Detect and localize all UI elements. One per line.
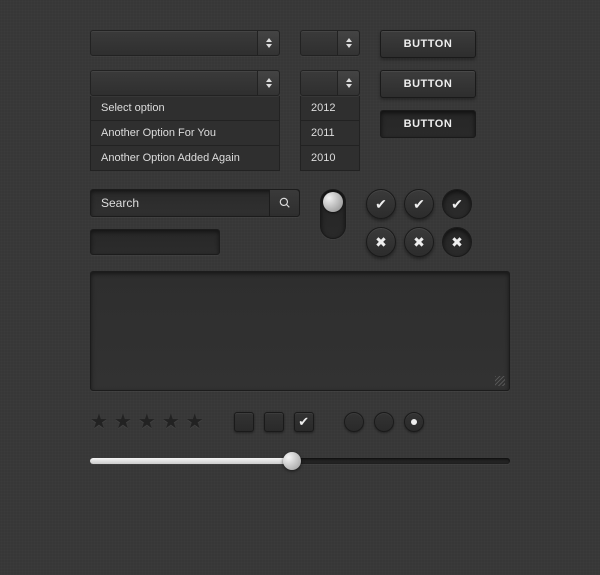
search-button[interactable] (269, 190, 299, 216)
star-rating[interactable]: ★ ★ ★ ★ ★ (90, 409, 204, 434)
select-year[interactable] (300, 30, 360, 56)
list-item[interactable]: 2012 (301, 96, 359, 121)
close-icon: ✖ (375, 234, 387, 251)
checkbox-1[interactable] (234, 412, 254, 432)
list-item[interactable]: 2011 (301, 121, 359, 146)
select-year-open[interactable] (300, 70, 360, 96)
chevron-updown-icon (337, 31, 359, 55)
slider-fill (90, 458, 292, 464)
check-button-pressed[interactable]: ✔ (442, 189, 472, 219)
star-icon[interactable]: ★ (90, 409, 108, 434)
close-icon: ✖ (451, 234, 463, 251)
star-icon[interactable]: ★ (138, 409, 156, 434)
search-placeholder: Search (91, 196, 269, 210)
close-button[interactable]: ✖ (366, 227, 396, 257)
button-1[interactable]: BUTTON (380, 30, 476, 58)
slider-thumb[interactable] (283, 452, 301, 470)
list-item[interactable]: Another Option Added Again (91, 146, 279, 170)
select-main-open[interactable] (90, 70, 280, 96)
chevron-updown-icon (257, 71, 279, 95)
checkbox-2[interactable] (264, 412, 284, 432)
checkbox-3-checked[interactable]: ✔ (294, 412, 314, 432)
radio-2[interactable] (374, 412, 394, 432)
button-2[interactable]: BUTTON (380, 70, 476, 98)
check-button[interactable]: ✔ (404, 189, 434, 219)
textarea[interactable] (90, 271, 510, 391)
check-button[interactable]: ✔ (366, 189, 396, 219)
star-icon[interactable]: ★ (162, 409, 180, 434)
text-input[interactable] (90, 229, 220, 255)
list-item[interactable]: 2010 (301, 146, 359, 170)
search-icon (279, 197, 291, 209)
toggle-switch[interactable] (320, 189, 346, 239)
radio-1[interactable] (344, 412, 364, 432)
chevron-updown-icon (257, 31, 279, 55)
select-year-options: 2012 2011 2010 (300, 96, 360, 171)
close-icon: ✖ (413, 234, 425, 251)
slider[interactable] (90, 458, 510, 464)
list-item[interactable]: Select option (91, 96, 279, 121)
check-icon: ✔ (298, 414, 309, 430)
chevron-updown-icon (337, 71, 359, 95)
select-main-options: Select option Another Option For You Ano… (90, 96, 280, 171)
star-icon[interactable]: ★ (186, 409, 204, 434)
radio-3-selected[interactable] (404, 412, 424, 432)
select-main[interactable] (90, 30, 280, 56)
search-input[interactable]: Search (90, 189, 300, 217)
close-button[interactable]: ✖ (404, 227, 434, 257)
button-3-pressed[interactable]: BUTTON (380, 110, 476, 138)
list-item[interactable]: Another Option For You (91, 121, 279, 146)
star-icon[interactable]: ★ (114, 409, 132, 434)
check-icon: ✔ (413, 196, 425, 213)
check-icon: ✔ (451, 196, 463, 213)
close-button-pressed[interactable]: ✖ (442, 227, 472, 257)
check-icon: ✔ (375, 196, 387, 213)
toggle-knob (323, 192, 343, 212)
